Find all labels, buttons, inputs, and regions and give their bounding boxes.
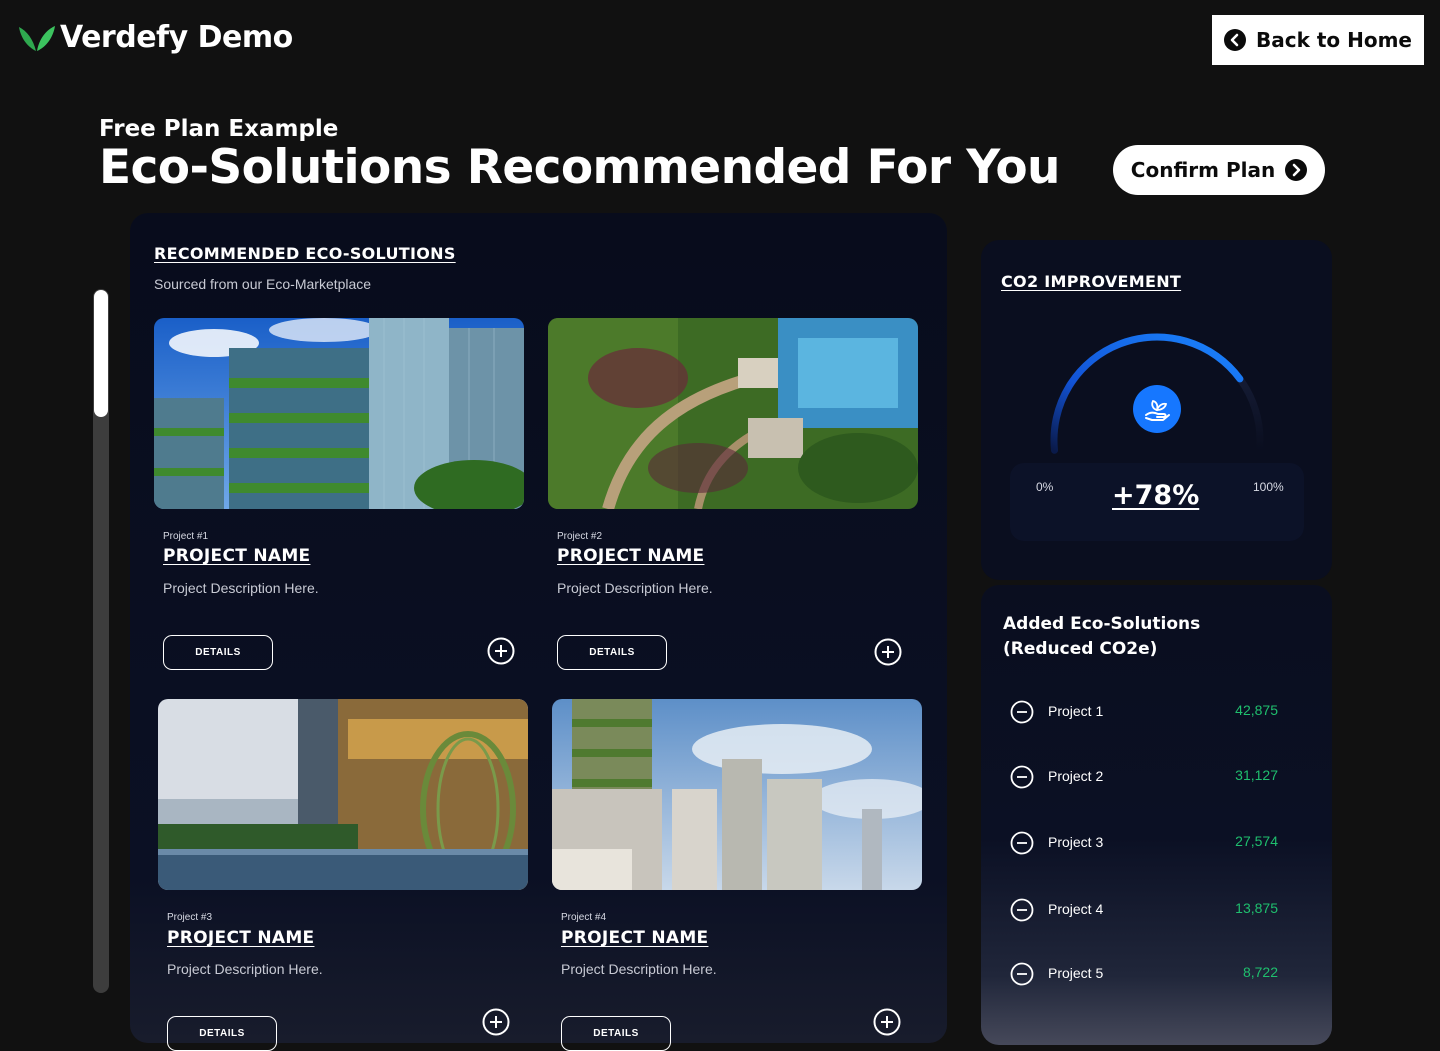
project-1-number: Project #1 (163, 531, 209, 542)
remove-icon[interactable] (1010, 700, 1034, 724)
project-3-details-button[interactable]: DETAILS (167, 1016, 277, 1051)
added-solution-value: 31,127 (1235, 767, 1278, 783)
project-3-name[interactable]: PROJECT NAME (167, 928, 314, 948)
hand-plant-icon (1133, 385, 1181, 433)
project-1-image[interactable] (154, 318, 524, 509)
gauge-max-label: 100% (1253, 480, 1284, 494)
leaf-logo-icon (19, 25, 55, 51)
project-1-details-button[interactable]: DETAILS (163, 635, 273, 670)
co2-title: CO2 IMPROVEMENT (1001, 272, 1182, 291)
remove-icon[interactable] (1010, 962, 1034, 986)
back-to-home-button[interactable]: Back to Home (1212, 15, 1424, 65)
remove-icon[interactable] (1010, 831, 1034, 855)
added-solution-value: 27,574 (1235, 833, 1278, 849)
project-3-description: Project Description Here. (167, 961, 323, 977)
brand[interactable]: Verdefy Demo (18, 20, 293, 55)
project-4-number: Project #4 (561, 912, 607, 923)
project-4-image[interactable] (552, 699, 922, 890)
added-solution-row: Project 3 27,574 (1010, 830, 1290, 856)
project-4-details-button[interactable]: DETAILS (561, 1016, 671, 1051)
added-solution-value: 8,722 (1242, 964, 1278, 980)
added-solution-name: Project 3 (1048, 834, 1104, 850)
project-4-add-icon[interactable] (873, 1008, 901, 1036)
added-solutions-title-line1: Added Eco-Solutions (1003, 614, 1201, 634)
added-solution-name: Project 2 (1048, 768, 1104, 784)
project-2-add-icon[interactable] (874, 638, 902, 666)
added-solutions-title-line2: (Reduced CO2e) (1003, 639, 1158, 659)
added-solution-row: Project 5 8,722 (1010, 961, 1290, 987)
confirm-plan-button[interactable]: Confirm Plan (1113, 145, 1325, 195)
added-solution-name: Project 5 (1048, 965, 1104, 981)
chevron-right-circle-icon (1285, 159, 1308, 181)
added-solution-row: Project 2 31,127 (1010, 764, 1290, 790)
project-2-description: Project Description Here. (557, 580, 713, 596)
confirm-plan-label: Confirm Plan (1130, 158, 1276, 182)
chevron-left-circle-icon (1223, 29, 1246, 51)
project-3-number: Project #3 (167, 912, 213, 923)
added-solutions-title: Added Eco-Solutions (Reduced CO2e) (1003, 612, 1200, 662)
page-title: Eco-Solutions Recommended For You (99, 140, 1060, 195)
brand-name: Verdefy Demo (60, 20, 293, 55)
remove-icon[interactable] (1010, 898, 1034, 922)
added-solution-row: Project 1 42,875 (1010, 699, 1290, 725)
recommended-subtitle: Sourced from our Eco-Marketplace (154, 276, 372, 292)
added-solution-row: Project 4 13,875 (1010, 897, 1290, 923)
scrollbar-thumb[interactable] (94, 290, 108, 417)
project-2-number: Project #2 (557, 531, 603, 542)
project-3-image[interactable] (158, 699, 528, 890)
project-1-description: Project Description Here. (163, 580, 319, 596)
remove-icon[interactable] (1010, 765, 1034, 789)
co2-improvement-value: +78% (1112, 480, 1200, 511)
project-2-details-button[interactable]: DETAILS (557, 635, 667, 670)
added-solution-name: Project 4 (1048, 901, 1104, 917)
recommended-title: RECOMMENDED ECO-SOLUTIONS (154, 244, 456, 263)
project-2-name[interactable]: PROJECT NAME (557, 546, 704, 566)
added-solution-name: Project 1 (1048, 703, 1104, 719)
pre-title: Free Plan Example (99, 116, 339, 142)
project-2-image[interactable] (548, 318, 918, 509)
added-solution-value: 42,875 (1235, 702, 1278, 718)
project-1-add-icon[interactable] (487, 637, 515, 665)
project-3-add-icon[interactable] (482, 1008, 510, 1036)
project-1-name[interactable]: PROJECT NAME (163, 546, 310, 566)
project-4-name[interactable]: PROJECT NAME (561, 928, 708, 948)
gauge-min-label: 0% (1036, 480, 1054, 494)
back-to-home-label: Back to Home (1255, 28, 1412, 52)
added-solution-value: 13,875 (1235, 900, 1278, 916)
project-4-description: Project Description Here. (561, 961, 717, 977)
